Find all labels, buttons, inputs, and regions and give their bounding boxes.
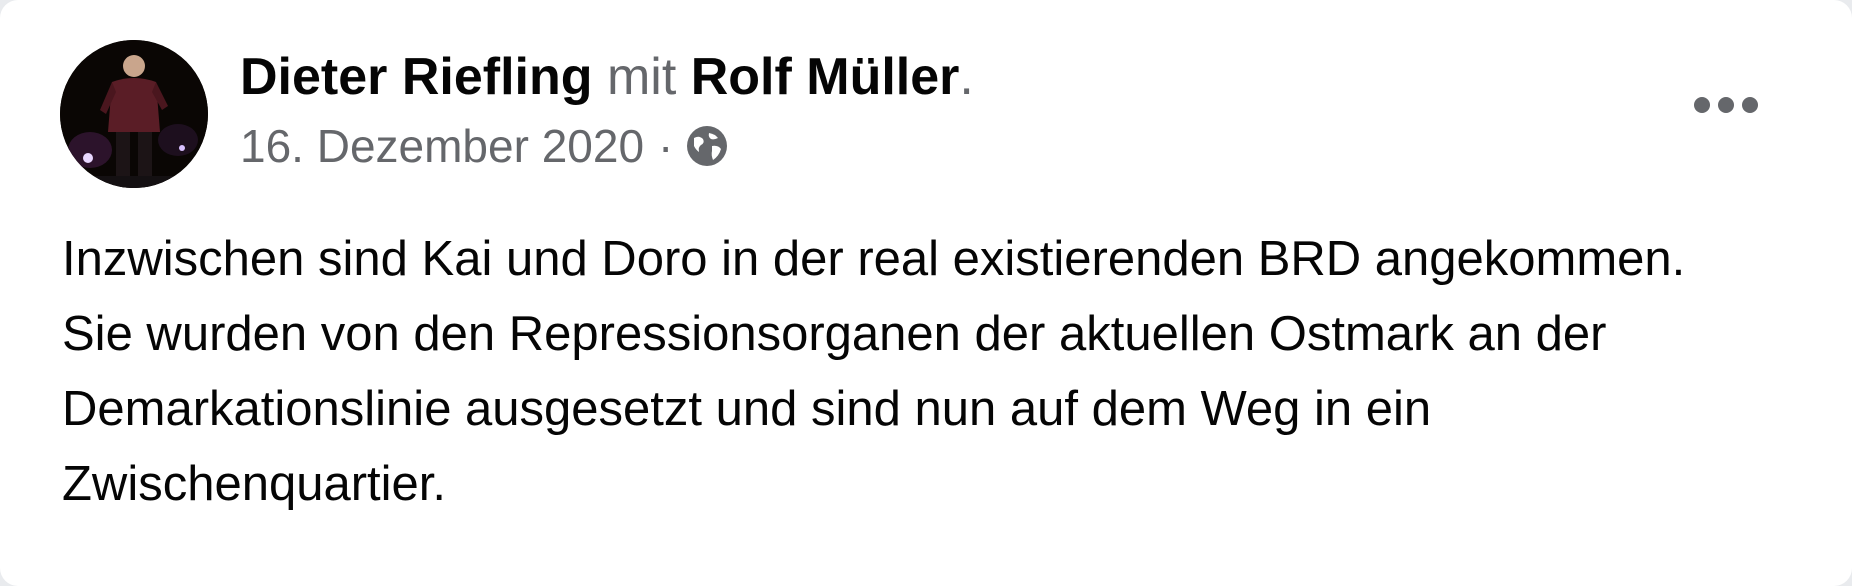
meta-separator: · <box>658 120 674 172</box>
post-paragraph: Inzwischen sind Kai und Doro in der real… <box>62 232 1686 286</box>
author-name-link[interactable]: Dieter Riefling <box>240 48 593 106</box>
more-options-icon <box>1694 97 1710 113</box>
tagged-name-link[interactable]: Rolf Müller <box>691 48 960 106</box>
more-options-dot <box>1718 97 1734 113</box>
more-options-dot <box>1742 97 1758 113</box>
avatar[interactable] <box>60 40 208 188</box>
avatar-photo <box>60 40 208 188</box>
post-paragraph: Sie wurden von den Repressionsorganen de… <box>62 307 1607 511</box>
post-date-link[interactable]: 16. Dezember 2020 <box>240 118 644 174</box>
post-card: Dieter Riefling mit Rolf Müller. 16. Dez… <box>0 0 1852 586</box>
tagged-suffix: . <box>959 48 974 106</box>
author-line: Dieter Riefling mit Rolf Müller. <box>240 44 1732 110</box>
post-meta: 16. Dezember 2020 · <box>240 118 1732 174</box>
globe-icon <box>685 124 729 168</box>
post-body: Inzwischen sind Kai und Doro in der real… <box>62 222 1802 522</box>
post-header: Dieter Riefling mit Rolf Müller. 16. Dez… <box>240 44 1732 174</box>
with-label: mit <box>606 48 677 106</box>
more-options-button[interactable] <box>1694 90 1758 120</box>
